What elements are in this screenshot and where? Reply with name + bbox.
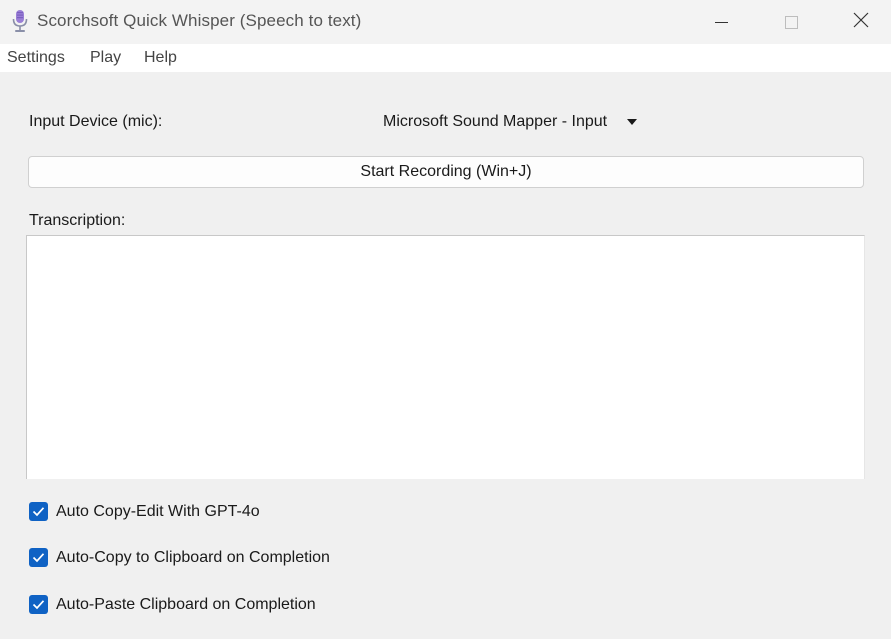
transcription-label: Transcription: bbox=[29, 212, 126, 229]
title-bar[interactable]: Scorchsoft Quick Whisper (Speech to text… bbox=[0, 0, 891, 44]
option-auto-copy-clipboard[interactable]: Auto-Copy to Clipboard on Completion bbox=[29, 548, 330, 567]
menu-bar: Settings Play Help bbox=[0, 44, 891, 72]
minimize-icon bbox=[714, 21, 728, 23]
input-device-dropdown[interactable]: Microsoft Sound Mapper - Input bbox=[383, 113, 638, 131]
menu-play[interactable]: Play bbox=[90, 49, 121, 67]
checkbox-checked-icon[interactable] bbox=[29, 595, 48, 614]
close-button[interactable] bbox=[838, 0, 884, 44]
option-label: Auto Copy-Edit With GPT-4o bbox=[56, 502, 260, 520]
maximize-button[interactable] bbox=[768, 0, 814, 44]
checkbox-checked-icon[interactable] bbox=[29, 502, 48, 521]
checkbox-checked-icon[interactable] bbox=[29, 548, 48, 567]
menu-help[interactable]: Help bbox=[144, 49, 177, 67]
option-label: Auto-Paste Clipboard on Completion bbox=[56, 595, 316, 613]
window-title: Scorchsoft Quick Whisper (Speech to text… bbox=[37, 11, 362, 30]
close-icon bbox=[853, 12, 869, 33]
minimize-button[interactable] bbox=[698, 0, 744, 44]
maximize-icon bbox=[784, 15, 798, 29]
option-auto-copy-edit[interactable]: Auto Copy-Edit With GPT-4o bbox=[29, 502, 260, 521]
app-window: Scorchsoft Quick Whisper (Speech to text… bbox=[0, 0, 891, 639]
input-device-value: Microsoft Sound Mapper - Input bbox=[383, 113, 608, 130]
option-label: Auto-Copy to Clipboard on Completion bbox=[56, 548, 330, 566]
caret-down-icon bbox=[627, 119, 638, 125]
microphone-icon bbox=[10, 9, 30, 33]
menu-settings[interactable]: Settings bbox=[7, 49, 65, 67]
transcription-textarea[interactable] bbox=[26, 235, 865, 479]
option-auto-paste-clipboard[interactable]: Auto-Paste Clipboard on Completion bbox=[29, 595, 316, 614]
input-device-label: Input Device (mic): bbox=[29, 113, 163, 130]
start-recording-button[interactable]: Start Recording (Win+J) bbox=[28, 156, 864, 188]
